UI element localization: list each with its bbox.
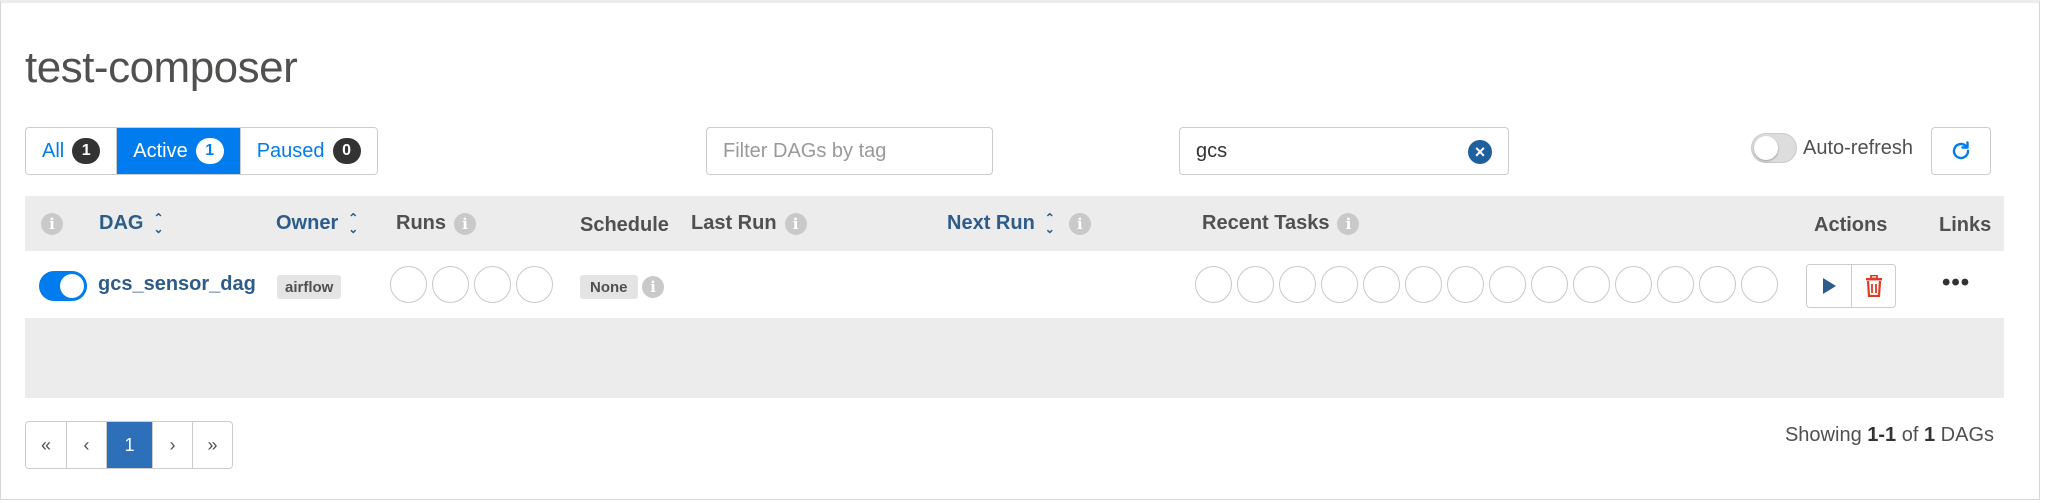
run-state-circle[interactable]: [390, 266, 427, 303]
next-run-column-header[interactable]: Next Run ⌃ ⌄ i: [947, 196, 1091, 251]
links-header-label: Links: [1939, 214, 1992, 236]
filter-all-button[interactable]: All 1: [26, 128, 117, 174]
task-state-circle[interactable]: [1237, 266, 1274, 303]
dag-runs-status: [390, 266, 553, 303]
dag-state-filter: All 1 Active 1 Paused 0: [25, 127, 378, 175]
delete-dag-button[interactable]: [1851, 265, 1895, 307]
page-title: test-composer: [25, 43, 298, 92]
last-page-button[interactable]: »: [192, 422, 232, 468]
showing-total: 1: [1923, 424, 1936, 446]
schedule-tag: None: [580, 275, 638, 299]
dag-search-input[interactable]: gcs ×: [1179, 127, 1509, 175]
search-value: gcs: [1196, 139, 1228, 162]
last-run-column-header: Last Run i: [691, 196, 807, 251]
trigger-dag-button[interactable]: [1807, 265, 1851, 307]
task-state-circle[interactable]: [1279, 266, 1316, 303]
task-state-circle[interactable]: [1741, 266, 1778, 303]
dags-table: i DAG ⌃ ⌄ Owner ⌃ ⌄ Runs i Schedule Last R…: [25, 196, 2004, 398]
dags-page: test-composer All 1 Active 1 Paused 0 Fi…: [0, 0, 2040, 500]
task-state-circle[interactable]: [1573, 266, 1610, 303]
first-page-button[interactable]: «: [26, 422, 66, 468]
tag-filter-placeholder: Filter DAGs by tag: [723, 139, 887, 162]
links-column-header: Links: [1939, 198, 1991, 253]
table-header: i DAG ⌃ ⌄ Owner ⌃ ⌄ Runs i Schedule Last R…: [25, 196, 2004, 251]
recent-tasks-header-label: Recent Tasks: [1202, 212, 1330, 234]
runs-column-header: Runs i: [396, 196, 476, 251]
dag-pause-toggle[interactable]: [39, 271, 87, 301]
info-icon[interactable]: i: [41, 212, 63, 235]
last-run-header-label: Last Run: [691, 212, 777, 234]
showing-prefix: Showing: [1784, 424, 1862, 446]
filter-active-count: 1: [195, 138, 224, 164]
task-state-circle[interactable]: [1405, 266, 1442, 303]
showing-suffix: DAGs: [1940, 424, 1994, 446]
owner-column-header[interactable]: Owner ⌃ ⌄: [276, 196, 358, 251]
owner-tag[interactable]: airflow: [277, 275, 342, 299]
dag-actions: [1806, 264, 1896, 308]
runs-header-label: Runs: [396, 212, 446, 234]
task-state-circle[interactable]: [1447, 266, 1484, 303]
dag-header-label: DAG: [99, 212, 144, 234]
showing-range: 1-1: [1867, 424, 1897, 446]
play-icon: [1823, 278, 1836, 294]
task-state-circle[interactable]: [1195, 266, 1232, 303]
pagination: « ‹ 1 › »: [25, 421, 233, 469]
showing-count: Showing 1-1 of 1 DAGs: [1785, 424, 1994, 447]
sort-icon: ⌃ ⌄: [153, 210, 164, 236]
task-state-circle[interactable]: [1657, 266, 1694, 303]
filter-active-button[interactable]: Active 1: [116, 128, 240, 174]
table-row: gcs_sensor_dag airflow None i •••: [25, 251, 2004, 318]
sort-icon: ⌃ ⌄: [1044, 210, 1055, 236]
filter-paused-button[interactable]: Paused 0: [239, 128, 377, 174]
info-icon[interactable]: i: [784, 212, 807, 235]
auto-refresh-label: Auto-refresh: [1803, 136, 1914, 159]
schedule-column-header: Schedule: [580, 198, 669, 253]
dag-id-link[interactable]: gcs_sensor_dag: [98, 273, 256, 296]
recent-tasks-status: [1195, 266, 1778, 303]
filter-paused-count: 0: [332, 138, 361, 164]
info-icon[interactable]: i: [1337, 212, 1360, 235]
run-state-circle[interactable]: [474, 266, 511, 303]
info-icon[interactable]: i: [642, 276, 664, 298]
showing-of: of: [1901, 424, 1919, 446]
run-state-circle[interactable]: [516, 266, 553, 303]
owner-header-label: Owner: [276, 212, 339, 234]
task-state-circle[interactable]: [1489, 266, 1526, 303]
task-state-circle[interactable]: [1699, 266, 1736, 303]
clear-search-icon[interactable]: ×: [1468, 140, 1492, 164]
filter-all-label: All: [42, 139, 65, 162]
trash-icon: [1865, 275, 1882, 297]
filter-active-label: Active: [133, 139, 188, 162]
task-state-circle[interactable]: [1363, 266, 1400, 303]
recent-tasks-column-header: Recent Tasks i: [1202, 196, 1360, 251]
tag-filter-input[interactable]: Filter DAGs by tag: [706, 127, 993, 175]
toggle-knob: [1754, 136, 1778, 160]
filter-paused-label: Paused: [256, 139, 325, 162]
run-state-circle[interactable]: [432, 266, 469, 303]
task-state-circle[interactable]: [1615, 266, 1652, 303]
filter-all-count: 1: [72, 138, 101, 164]
paused-info-header: i: [41, 196, 63, 251]
auto-refresh-toggle[interactable]: [1751, 133, 1797, 163]
auto-refresh-control: Auto-refresh: [1751, 133, 1913, 163]
dag-column-header[interactable]: DAG ⌃ ⌄: [99, 196, 164, 251]
info-icon[interactable]: i: [454, 212, 476, 235]
actions-column-header: Actions: [1814, 198, 1887, 253]
refresh-button[interactable]: [1931, 127, 1991, 175]
more-links-icon[interactable]: •••: [1942, 271, 1970, 295]
toggle-knob: [60, 274, 84, 298]
page-1-button[interactable]: 1: [106, 422, 152, 468]
next-page-button[interactable]: ›: [152, 422, 192, 468]
refresh-icon: [1952, 141, 1970, 160]
actions-header-label: Actions: [1814, 214, 1888, 236]
info-icon[interactable]: i: [1068, 212, 1091, 235]
prev-page-button[interactable]: ‹: [66, 422, 106, 468]
sort-icon: ⌃ ⌄: [348, 210, 359, 236]
task-state-circle[interactable]: [1321, 266, 1358, 303]
task-state-circle[interactable]: [1531, 266, 1568, 303]
next-run-header-label: Next Run: [947, 212, 1035, 234]
schedule-header-label: Schedule: [580, 214, 669, 236]
